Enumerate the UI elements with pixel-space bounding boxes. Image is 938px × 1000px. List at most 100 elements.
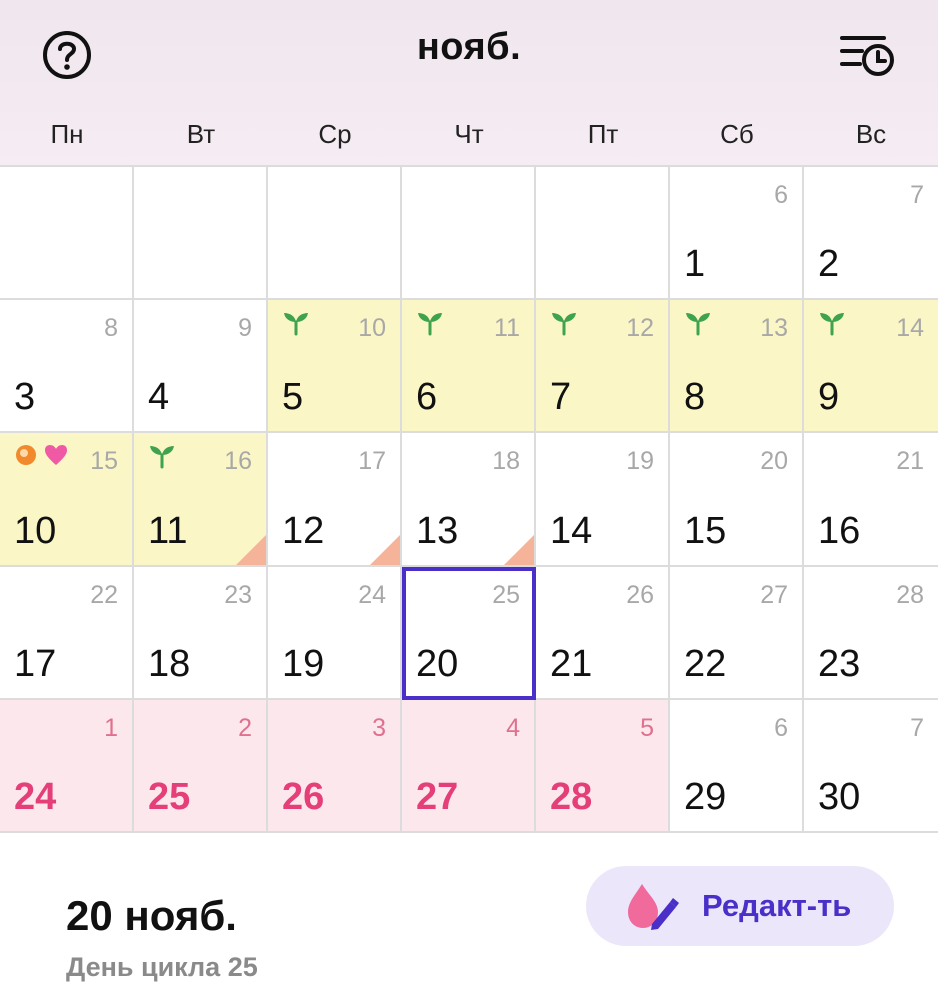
calendar-date-number: 11 xyxy=(148,509,188,552)
month-title[interactable]: нояб. xyxy=(0,26,938,69)
cycle-day-number: 11 xyxy=(494,314,520,343)
calendar-date-number: 17 xyxy=(14,642,57,685)
cycle-day-number: 7 xyxy=(910,713,924,742)
calendar-day-cell[interactable]: 94 xyxy=(134,300,268,434)
day-markers xyxy=(14,443,68,467)
calendar-day-cell[interactable]: 19 14 xyxy=(536,433,670,567)
day-markers xyxy=(818,310,846,336)
calendar-day-cell[interactable]: 7 30 xyxy=(804,699,938,833)
calendar-day-cell[interactable]: 6 29 xyxy=(670,699,804,833)
cycle-day-number: 7 xyxy=(910,181,924,209)
cycle-day-number: 3 xyxy=(372,713,386,742)
note-corner-icon xyxy=(236,534,266,565)
cycle-day-number: 17 xyxy=(358,447,386,476)
weekday-label: Сб xyxy=(720,119,754,149)
calendar-date-number: 14 xyxy=(550,509,593,552)
calendar-date-number: 1 xyxy=(684,243,706,286)
calendar-header: нояб. Пн Вт Ср Чт Пт Сб Вс xyxy=(0,0,938,165)
cycle-day-number: 25 xyxy=(492,580,520,609)
calendar-date-number: 21 xyxy=(550,642,593,685)
calendar-day-cell[interactable]: 1 24 xyxy=(0,699,134,833)
history-button[interactable] xyxy=(836,30,898,80)
calendar-date-number: 3 xyxy=(14,376,36,419)
calendar-date-number: 20 xyxy=(416,642,459,685)
calendar-empty-cell xyxy=(536,167,670,301)
calendar-date-number: 6 xyxy=(416,376,438,419)
sprout-icon xyxy=(686,313,710,336)
cycle-day-number: 27 xyxy=(760,580,788,609)
day-markers xyxy=(684,310,712,336)
note-corner-icon xyxy=(370,534,400,565)
calendar-date-number: 7 xyxy=(550,376,572,419)
cycle-day-number: 16 xyxy=(224,447,252,476)
day-markers xyxy=(282,310,310,336)
calendar-day-cell[interactable]: 5 28 xyxy=(536,699,670,833)
calendar-day-cell[interactable]: 61 xyxy=(670,167,804,301)
calendar-empty-cell xyxy=(268,167,402,301)
cycle-day-number: 21 xyxy=(896,447,924,476)
calendar-day-cell[interactable]: 28 23 xyxy=(804,566,938,700)
cycle-day-number: 13 xyxy=(760,314,788,343)
calendar-day-today[interactable]: 25 20 xyxy=(402,566,536,700)
calendar-date-number: 2 xyxy=(818,243,840,286)
calendar-date-number: 5 xyxy=(282,376,304,419)
weekday-label: Вт xyxy=(186,119,216,149)
calendar-day-cell[interactable]: 20 15 xyxy=(670,433,804,567)
calendar-day-cell[interactable]: 3 26 xyxy=(268,699,402,833)
cycle-day-number: 5 xyxy=(640,713,654,742)
cycle-day-number: 26 xyxy=(626,580,654,609)
sprout-icon xyxy=(820,313,844,336)
calendar-empty-cell xyxy=(134,167,268,301)
calendar-day-cell[interactable]: 13 8 xyxy=(670,300,804,434)
day-markers xyxy=(148,443,176,469)
weekday-label: Пн xyxy=(50,119,84,149)
calendar-date-number: 22 xyxy=(684,642,727,685)
ovulation-icon xyxy=(16,445,36,466)
calendar-day-cell[interactable]: 22 17 xyxy=(0,566,134,700)
calendar-day-cell[interactable]: 18 13 xyxy=(402,433,536,567)
cycle-day-number: 18 xyxy=(492,447,520,476)
selected-date: 20 нояб. xyxy=(66,892,237,939)
calendar-day-cell[interactable]: 17 12 xyxy=(268,433,402,567)
calendar-day-cell[interactable]: 14 9 xyxy=(804,300,938,434)
calendar-day-cell[interactable]: 23 18 xyxy=(134,566,268,700)
calendar-day-cell[interactable]: 15 10 xyxy=(0,433,134,567)
calendar-day-cell[interactable]: 72 xyxy=(804,167,938,301)
cycle-day-number: 4 xyxy=(506,713,520,742)
edit-button[interactable]: Редакт-ть xyxy=(586,866,894,946)
drop-pencil-icon xyxy=(628,884,679,930)
calendar-date-number: 8 xyxy=(684,376,706,419)
calendar-date-number: 29 xyxy=(684,775,727,818)
calendar-date-number: 12 xyxy=(282,509,325,552)
cycle-day-number: 12 xyxy=(626,314,654,343)
day-markers xyxy=(550,310,578,336)
cycle-day-number: 2 xyxy=(238,713,252,742)
cycle-day-number: 14 xyxy=(896,314,924,343)
day-markers xyxy=(416,310,444,336)
calendar-empty-cell xyxy=(402,167,536,301)
calendar-day-cell[interactable]: 16 11 xyxy=(134,433,268,567)
cycle-day-number: 6 xyxy=(774,181,788,209)
calendar-day-cell[interactable]: 21 16 xyxy=(804,433,938,567)
calendar-date-number: 10 xyxy=(14,509,57,552)
cycle-day-number: 9 xyxy=(238,314,252,343)
calendar-day-cell[interactable]: 2 25 xyxy=(134,699,268,833)
calendar-day-cell[interactable]: 27 22 xyxy=(670,566,804,700)
calendar-day-cell[interactable]: 12 7 xyxy=(536,300,670,434)
calendar-day-cell[interactable]: 4 27 xyxy=(402,699,536,833)
calendar-day-cell[interactable]: 24 19 xyxy=(268,566,402,700)
calendar-day-cell[interactable]: 10 5 xyxy=(268,300,402,434)
calendar-date-number: 23 xyxy=(818,642,861,685)
calendar-day-cell[interactable]: 83 xyxy=(0,300,134,434)
heart-icon xyxy=(45,445,67,466)
sprout-icon xyxy=(284,313,308,336)
cycle-day-number: 24 xyxy=(358,580,386,609)
calendar-day-cell[interactable]: 11 6 xyxy=(402,300,536,434)
edit-button-label: Редакт-ть xyxy=(702,888,852,923)
calendar-day-cell[interactable]: 26 21 xyxy=(536,566,670,700)
sprout-icon xyxy=(552,313,576,336)
note-corner-icon xyxy=(504,534,534,565)
calendar-date-number: 26 xyxy=(282,775,325,818)
cycle-day-number: 22 xyxy=(90,580,118,609)
sprout-icon xyxy=(150,446,174,469)
